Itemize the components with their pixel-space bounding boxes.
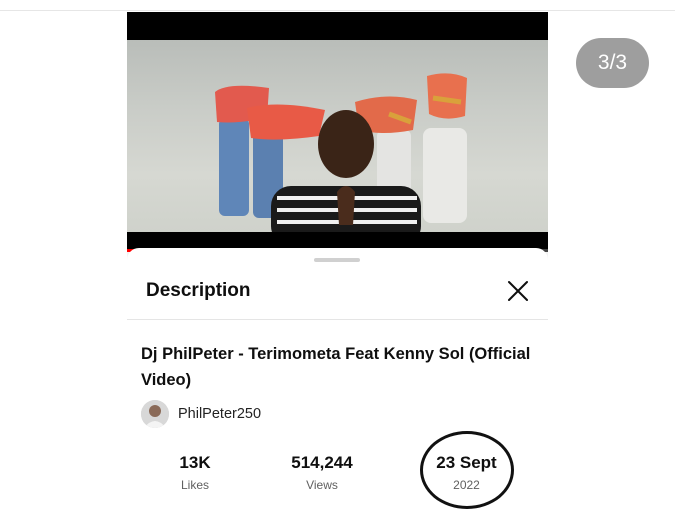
description-sheet: Description Dj PhilPeter - Terimometa Fe… (127, 248, 548, 509)
avatar[interactable] (141, 400, 169, 428)
sheet-divider (127, 319, 548, 320)
channel-name[interactable]: PhilPeter250 (178, 406, 261, 422)
video-title: Dj PhilPeter - Terimometa Feat Kenny Sol… (141, 345, 531, 389)
likes-count: 13K (179, 453, 211, 472)
sheet-drag-handle[interactable] (314, 258, 360, 262)
likes-label: Likes (180, 478, 209, 492)
sheet-title: Description (146, 280, 251, 301)
channel-link[interactable]: PhilPeter250 (141, 400, 261, 428)
video-player[interactable] (127, 12, 548, 252)
views-count: 514,244 (291, 453, 353, 472)
close-button[interactable] (505, 278, 531, 304)
close-icon (508, 281, 528, 301)
date-circle-annotation (420, 431, 514, 509)
views-label: Views (306, 478, 338, 492)
likes-stat: 13K Likes (167, 453, 223, 492)
video-scene (215, 73, 467, 232)
views-stat: 514,244 Views (282, 453, 362, 492)
top-divider (0, 10, 675, 11)
page-counter-badge: 3/3 (576, 38, 649, 88)
video-thumbnail (127, 40, 548, 232)
